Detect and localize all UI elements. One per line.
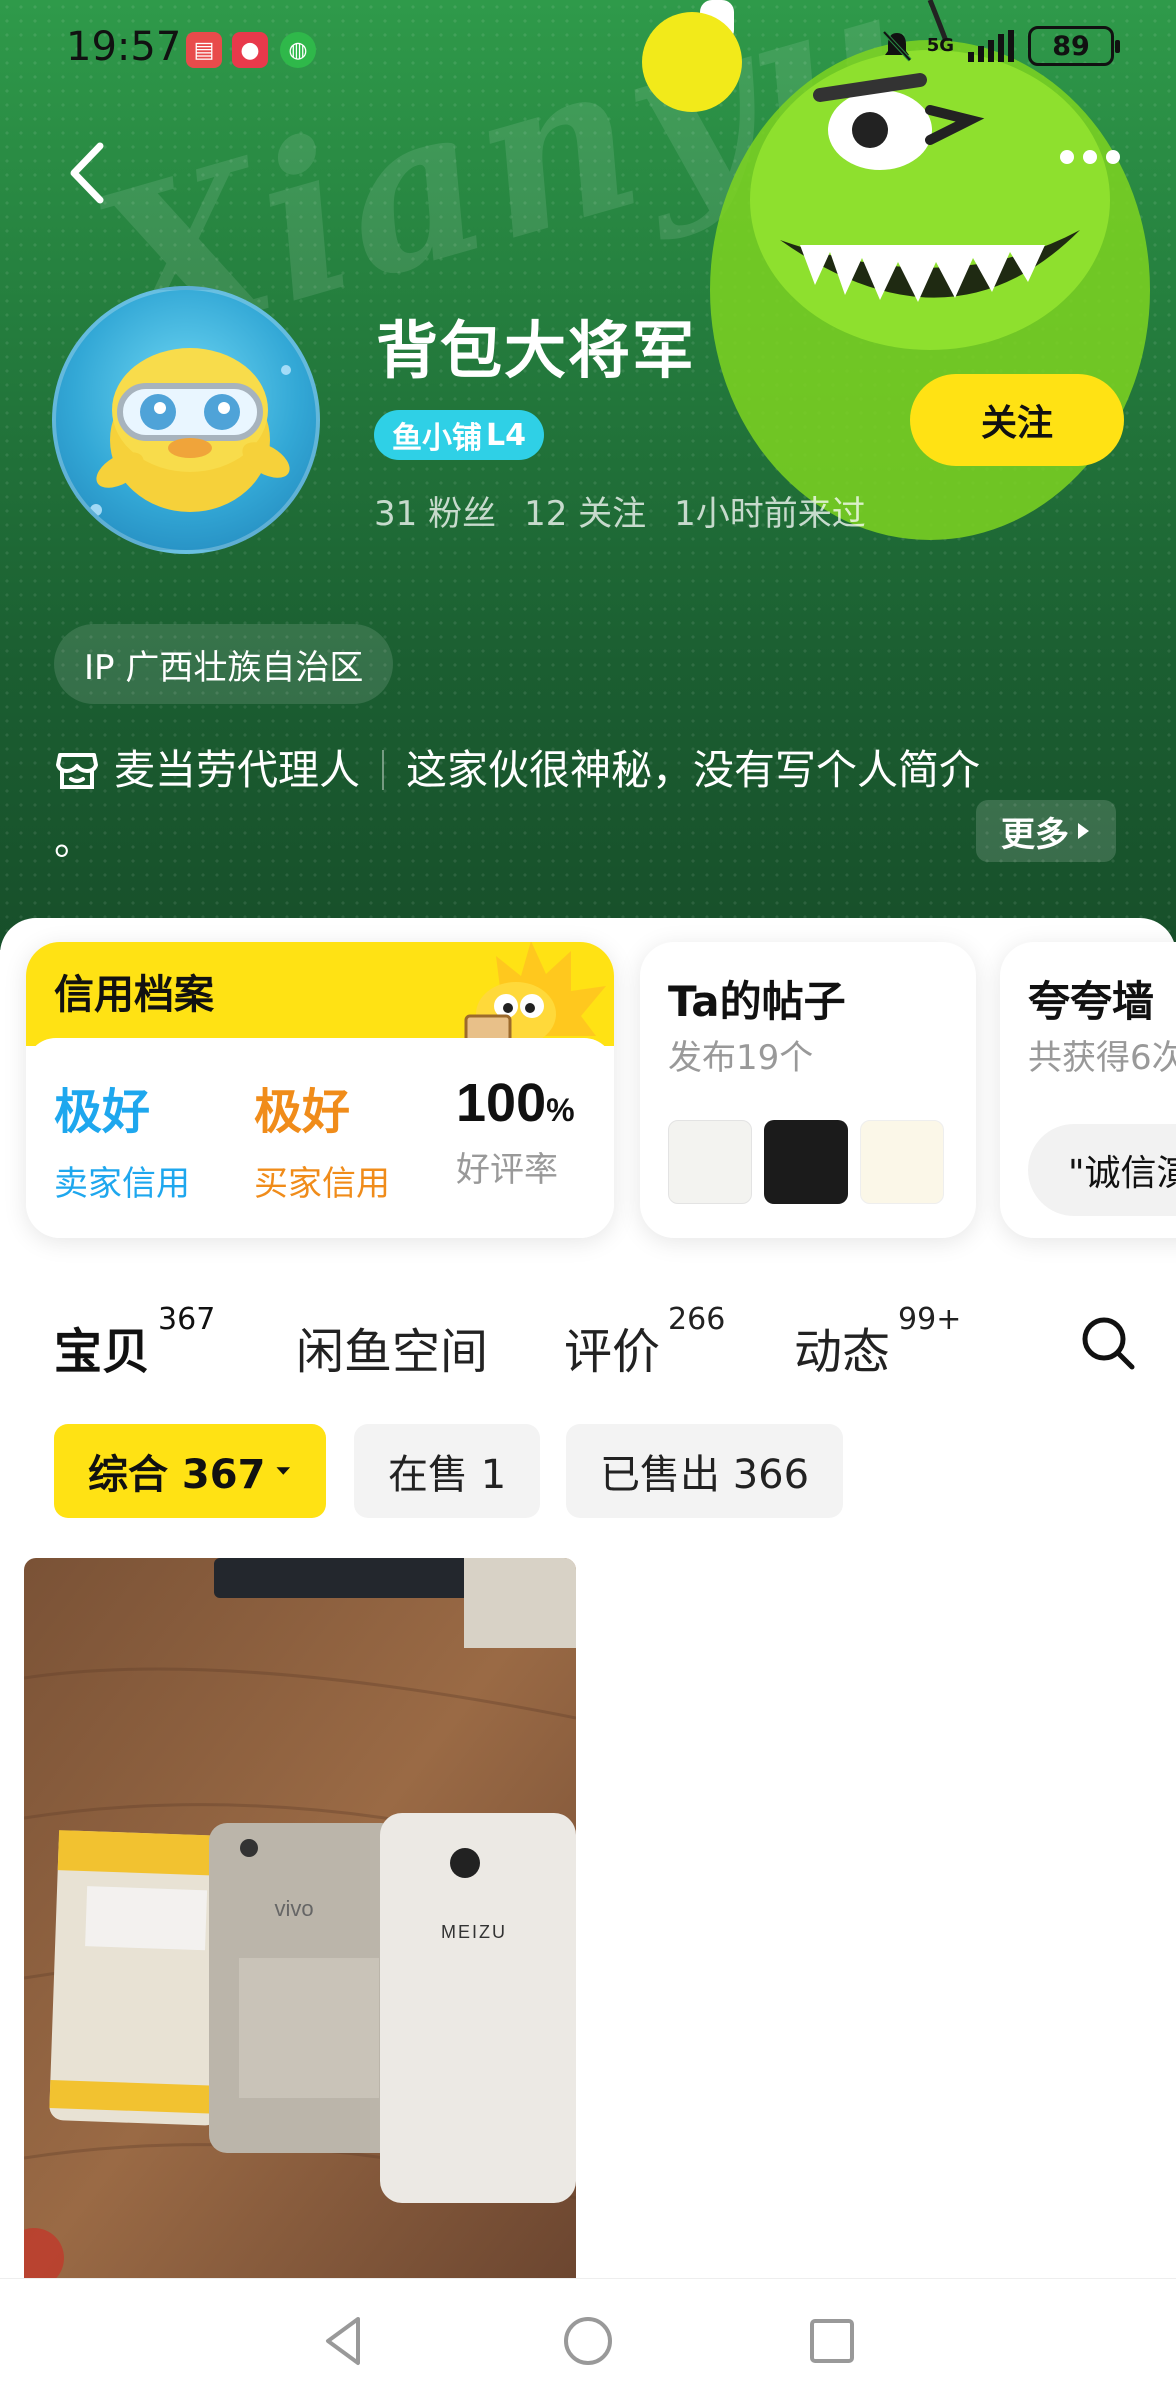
badge-prefix: 鱼小铺 [392, 421, 482, 456]
posts-subtitle: 发布19个 [668, 1038, 814, 1078]
bio-intro: 这家伙很神秘，没有写个人简介 [406, 746, 980, 794]
positive-rate-value: 100 [456, 1073, 547, 1133]
chevron-down-icon [276, 1467, 291, 1475]
battery-indicator: 89 [1028, 26, 1120, 66]
tab-activity[interactable]: 动态99+ [794, 1302, 961, 1382]
seller-credit-value: 极好 [54, 1084, 151, 1140]
profile-bio: 麦当劳代理人 这家伙很神秘，没有写个人简介 [54, 730, 1114, 810]
wechat-app-icon: ◍ [280, 32, 316, 68]
shop-icon [56, 753, 98, 789]
seller-credit: 极好 卖家信用 [54, 1072, 190, 1205]
more-options-button[interactable] [1060, 150, 1120, 164]
seller-credit-label: 卖家信用 [54, 1164, 190, 1204]
product-image: vivo MEIZU [24, 1558, 576, 2278]
positive-rate-label: 好评率 [456, 1150, 558, 1190]
caret-right-icon [1078, 823, 1089, 839]
tab-reviews[interactable]: 评价266 [564, 1302, 725, 1382]
filter-sold[interactable]: 已售出 366 [566, 1424, 844, 1518]
more-dot-icon [1060, 150, 1074, 164]
buyer-credit-value: 极好 [254, 1084, 351, 1140]
positive-rate: 100% 好评率 [456, 1072, 575, 1191]
praise-wall-card[interactable]: 夸夸墙 共获得6次 "诚信演 [1000, 942, 1176, 1238]
nav-back-icon[interactable] [314, 2311, 374, 2371]
filter-chips: 综合 367 在售 1 已售出 366 [0, 1424, 1176, 1524]
xiaohongshu-app-icon: ● [232, 32, 268, 68]
search-icon[interactable] [1078, 1313, 1138, 1373]
profile-tabs: 宝贝367 闲鱼空间 评价266 动态99+ [0, 1298, 1176, 1398]
tab-items[interactable]: 宝贝367 [54, 1302, 215, 1382]
posts-title: Ta的帖子 [668, 977, 846, 1026]
more-dot-icon [1106, 150, 1120, 164]
more-dot-icon [1083, 150, 1097, 164]
buyer-credit: 极好 买家信用 [254, 1072, 390, 1205]
avatar[interactable] [52, 286, 320, 554]
mute-bell-icon [882, 30, 912, 62]
phone-brand-vivo: vivo [274, 1896, 313, 1921]
nav-home-icon[interactable] [558, 2311, 618, 2371]
posts-card[interactable]: Ta的帖子 发布19个 [640, 942, 976, 1238]
avatar-chick-illustration [90, 348, 291, 516]
profile-name: 背包大将军 [376, 314, 697, 387]
tab-label: 评价 [564, 1324, 661, 1380]
status-bar: 19:57 ▤ ● ◍ 5G 89 [0, 0, 1176, 100]
fans-count[interactable]: 31 粉丝 [374, 486, 496, 535]
positive-rate-unit: % [546, 1092, 575, 1128]
signal-icon [968, 30, 1014, 62]
bio-more-label: 更多 [1001, 814, 1069, 855]
credit-profile-card[interactable]: 信用档案 极好 卖家信用 极好 买家信用 100% 好评率 [26, 942, 614, 1238]
nav-recents-icon[interactable] [802, 2311, 862, 2371]
shop-level-badge[interactable]: 鱼小铺 L4 [374, 410, 544, 460]
last-seen: 1小时前来过 [674, 494, 866, 534]
filter-on-sale[interactable]: 在售 1 [354, 1424, 541, 1518]
content-panel: 信用档案 极好 卖家信用 极好 买家信用 100% 好评率 Ta的帖子 发布19… [0, 918, 1176, 2400]
wall-title: 夸夸墙 [1028, 977, 1155, 1026]
tab-count: 266 [668, 1302, 726, 1337]
battery-level: 89 [1052, 30, 1090, 62]
following-count[interactable]: 12 关注 [524, 486, 646, 535]
filter-label: 综合 367 [88, 1452, 266, 1498]
back-arrow-icon[interactable] [60, 138, 120, 208]
post-thumbnail [668, 1120, 752, 1204]
bio-role: 麦当劳代理人 [114, 746, 360, 794]
ip-location-chip: IP 广西壮族自治区 [54, 624, 394, 704]
credit-mascot-icon [464, 942, 606, 1046]
bio-intro-tail: 。 [54, 818, 94, 864]
phone-brand-meizu: MEIZU [441, 1922, 507, 1942]
wall-subtitle: 共获得6次 [1028, 1038, 1176, 1078]
post-thumbnail [764, 1120, 848, 1204]
bio-more-button[interactable]: 更多 [976, 800, 1116, 862]
profile-stats: 31 粉丝 12 关注 1小时前来过 [374, 486, 866, 535]
buyer-credit-label: 买家信用 [254, 1164, 390, 1204]
status-time: 19:57 [66, 24, 182, 70]
profile-header: Xianyu 19:57 ▤ ● ◍ 5G 89 背包大将军 鱼小铺 L4 关注… [0, 0, 1176, 950]
tab-count: 99+ [898, 1302, 962, 1337]
bio-divider [382, 750, 384, 790]
network-type: 5G [926, 35, 954, 56]
tab-count: 367 [158, 1302, 216, 1337]
tab-label: 闲鱼空间 [296, 1324, 489, 1380]
praise-tag: "诚信演 [1028, 1124, 1176, 1216]
product-card[interactable]: vivo MEIZU [24, 1558, 576, 2278]
tab-xianyu-space[interactable]: 闲鱼空间 [296, 1312, 488, 1382]
system-nav-bar [0, 2278, 1176, 2400]
filter-all[interactable]: 综合 367 [54, 1424, 326, 1518]
badge-level: L4 [486, 417, 526, 453]
tab-label: 宝贝 [54, 1324, 151, 1380]
credit-title: 信用档案 [54, 972, 214, 1018]
book-app-icon: ▤ [186, 32, 222, 68]
follow-button[interactable]: 关注 [910, 374, 1124, 466]
tab-label: 动态 [794, 1324, 891, 1380]
post-thumbnail [860, 1120, 944, 1204]
